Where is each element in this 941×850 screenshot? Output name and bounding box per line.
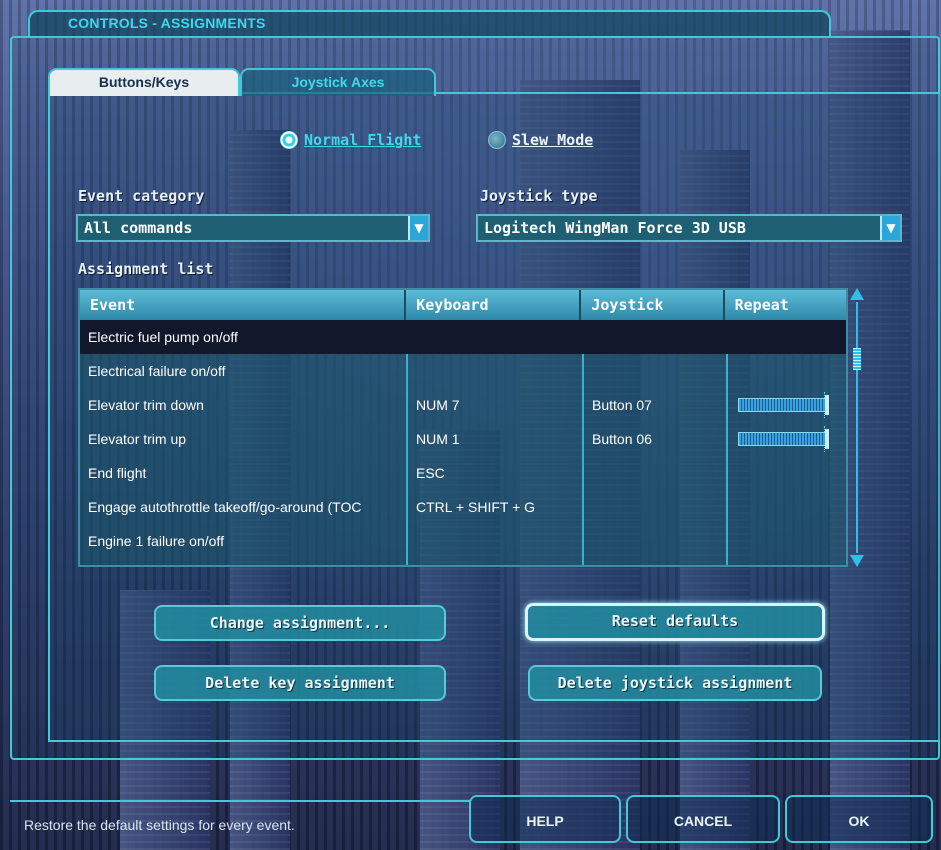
radio-selected-icon — [280, 131, 298, 149]
delete-key-assignment-button[interactable]: Delete key assignment — [154, 665, 446, 701]
dropdown-arrow-icon[interactable]: ▼ — [880, 216, 900, 240]
event-cell: Elevator trim down — [88, 397, 204, 413]
event-cell: Engage autothrottle takeoff/go-around (T… — [88, 499, 362, 515]
table-row[interactable]: End flight ESC — [80, 456, 846, 490]
status-divider — [10, 800, 470, 802]
event-cell: Electrical failure on/off — [88, 363, 226, 379]
normal-flight-radio[interactable]: Normal Flight — [280, 131, 421, 149]
scroll-up-arrow-icon[interactable] — [850, 288, 864, 300]
table-header: Event Keyboard Joystick Repeat — [80, 290, 846, 320]
table-row[interactable]: Engine 1 failure on/off — [80, 524, 846, 558]
normal-flight-label: Normal Flight — [304, 131, 422, 149]
event-category-value: All commands — [84, 219, 193, 237]
window-title: CONTROLS - ASSIGNMENTS — [68, 15, 266, 31]
tab-joystick-axes[interactable]: Joystick Axes — [240, 68, 436, 96]
slider-handle[interactable] — [825, 429, 829, 449]
keyboard-cell: ESC — [416, 465, 445, 481]
event-cell: Engine 1 failure on/off — [88, 533, 224, 549]
radio-unselected-icon — [488, 131, 506, 149]
delete-joystick-assignment-button[interactable]: Delete joystick assignment — [528, 665, 822, 701]
ok-button[interactable]: OK — [785, 795, 933, 843]
keyboard-cell: CTRL + SHIFT + G — [416, 499, 536, 515]
joystick-cell: Button 06 — [592, 431, 652, 447]
assignment-table[interactable]: Event Keyboard Joystick Repeat Electric … — [78, 288, 848, 567]
event-cell: End flight — [88, 465, 147, 481]
status-text: Restore the default settings for every e… — [24, 817, 295, 833]
table-row[interactable]: Elevator trim down NUM 7 Button 07 — [80, 388, 846, 422]
cancel-button[interactable]: CANCEL — [626, 795, 780, 843]
table-row[interactable]: Engage autothrottle takeoff/go-around (T… — [80, 490, 846, 524]
repeat-slider[interactable] — [738, 395, 829, 415]
event-cell: Electric fuel pump on/off — [88, 329, 238, 345]
assignment-list-scrollbar[interactable] — [848, 288, 866, 567]
event-category-label: Event category — [78, 187, 205, 205]
change-assignment-button[interactable]: Change assignment... — [154, 605, 446, 641]
column-header-repeat[interactable]: Repeat — [724, 290, 846, 320]
scroll-down-arrow-icon[interactable] — [850, 555, 864, 567]
scroll-thumb[interactable] — [853, 348, 861, 370]
keyboard-cell: NUM 1 — [416, 431, 460, 447]
joystick-type-select[interactable]: Logitech WingMan Force 3D USB ▼ — [476, 214, 902, 242]
keyboard-cell: NUM 7 — [416, 397, 460, 413]
table-row[interactable]: Electrical failure on/off — [80, 354, 846, 388]
slider-handle[interactable] — [825, 395, 829, 415]
reset-defaults-button[interactable]: Reset defaults — [525, 603, 825, 641]
table-row[interactable]: Electric fuel pump on/off — [80, 320, 846, 354]
column-header-event[interactable]: Event — [80, 290, 407, 320]
column-header-keyboard[interactable]: Keyboard — [406, 290, 582, 320]
column-header-joystick[interactable]: Joystick — [581, 290, 725, 320]
scroll-track[interactable] — [856, 302, 858, 553]
help-button[interactable]: HELP — [469, 795, 621, 843]
event-category-select[interactable]: All commands ▼ — [76, 214, 430, 242]
assignment-list-label: Assignment list — [78, 260, 214, 278]
joystick-cell: Button 07 — [592, 397, 652, 413]
slew-mode-radio[interactable]: Slew Mode — [488, 131, 593, 149]
tab-buttons-keys[interactable]: Buttons/Keys — [48, 68, 240, 96]
dropdown-arrow-icon[interactable]: ▼ — [408, 216, 428, 240]
joystick-type-label: Joystick type — [480, 187, 598, 205]
repeat-slider[interactable] — [738, 429, 829, 449]
table-row[interactable]: Elevator trim up NUM 1 Button 06 — [80, 422, 846, 456]
slew-mode-label: Slew Mode — [512, 131, 594, 149]
joystick-type-value: Logitech WingMan Force 3D USB — [484, 219, 746, 237]
event-cell: Elevator trim up — [88, 431, 187, 447]
